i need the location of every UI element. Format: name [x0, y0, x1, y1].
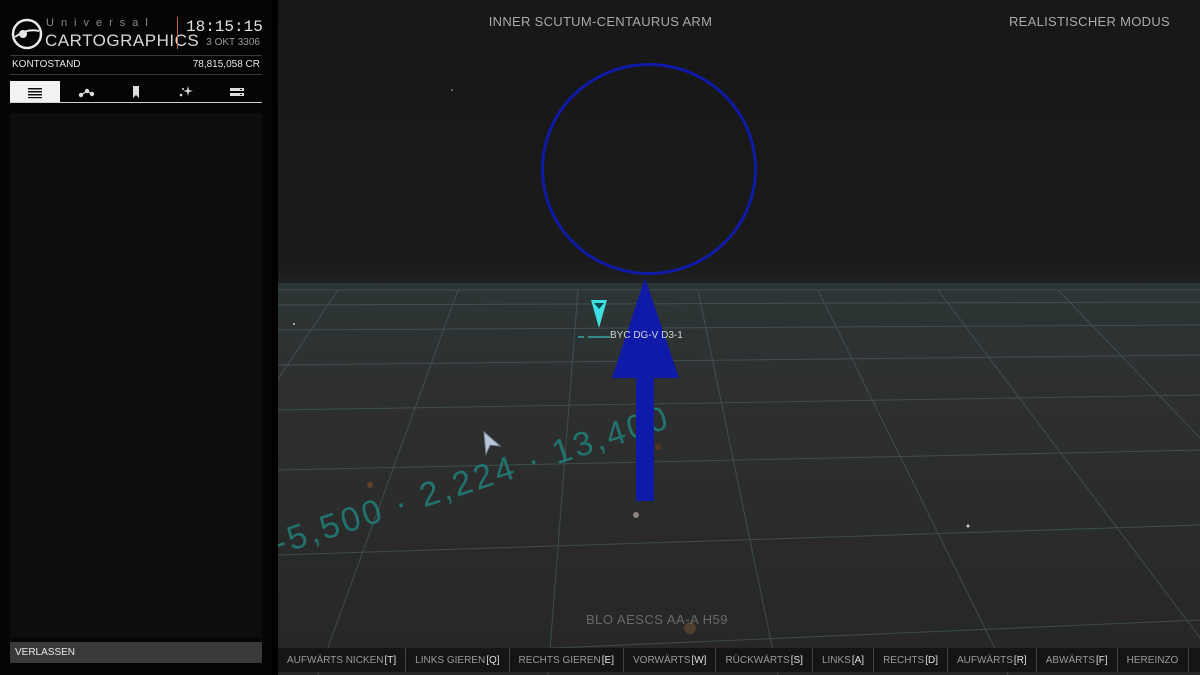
control-up[interactable]: AUFWÄRTS [R] [948, 648, 1037, 672]
sparkle-icon [180, 85, 194, 96]
bottom-system-label: BLO AESCS AA-A H59 [586, 612, 728, 627]
map-scene: -5,500 · 2,224 · 13,400 [278, 89, 1200, 675]
annotation-circle [541, 63, 757, 275]
list-icon [28, 87, 43, 98]
tab-settings[interactable] [212, 81, 262, 102]
control-backward[interactable]: RÜCKWÄRTS [S] [716, 648, 813, 672]
brand-subtitle: Universal [46, 17, 155, 29]
control-down[interactable]: ABWÄRTS [F] [1037, 648, 1118, 672]
route-icon [78, 88, 94, 97]
game-time: 18:15:15 [186, 18, 263, 36]
tab-filters[interactable] [161, 81, 211, 102]
balance-label: KONTOSTAND [12, 59, 81, 70]
tab-bookmarks[interactable] [111, 81, 161, 102]
tab-list[interactable] [10, 81, 61, 102]
selected-system-label[interactable]: BYC DG-V D3-1 [610, 330, 683, 341]
control-zoom-in[interactable]: HEREINZO [1118, 648, 1190, 672]
divider [10, 55, 262, 56]
control-right[interactable]: RECHTS [D] [874, 648, 948, 672]
map-mode-label[interactable]: REALISTISCHER MODUS [1009, 14, 1170, 29]
control-yaw-right[interactable]: RECHTS GIEREN [E] [510, 648, 625, 672]
universal-cartographics-logo-icon [11, 18, 43, 50]
exit-button[interactable]: VERLASSEN [10, 642, 262, 663]
region-title: INNER SCUTUM-CENTAURUS ARM [488, 14, 713, 29]
control-forward[interactable]: VORWÄRTS [W] [624, 648, 717, 672]
left-panel: Universal CARTOGRAPHICS 18:15:15 3 OKT 3… [0, 0, 272, 675]
brand-divider [177, 17, 178, 49]
panel-content [10, 113, 262, 638]
bookmark-icon [133, 85, 140, 98]
control-left[interactable]: LINKS [A] [813, 648, 875, 672]
control-yaw-left[interactable]: LINKS GIEREN [Q] [406, 648, 510, 672]
tab-route[interactable] [60, 81, 110, 102]
control-pitch-up[interactable]: AUFWÄRTS NICKEN [T] [278, 648, 407, 672]
divider [10, 74, 262, 75]
game-date: 3 OKT 3306 [206, 37, 260, 48]
settings-icon [229, 87, 244, 96]
controls-bar: AUFWÄRTS NICKEN [T] LINKS GIEREN [Q] RECHT… [278, 648, 1200, 672]
galaxy-map[interactable]: -5,500 · 2,224 · 13,400 INNER SCUTUM-CEN… [278, 0, 1200, 675]
balance-value: 78,815,058 CR [192, 59, 260, 70]
panel-tabs [10, 81, 262, 103]
